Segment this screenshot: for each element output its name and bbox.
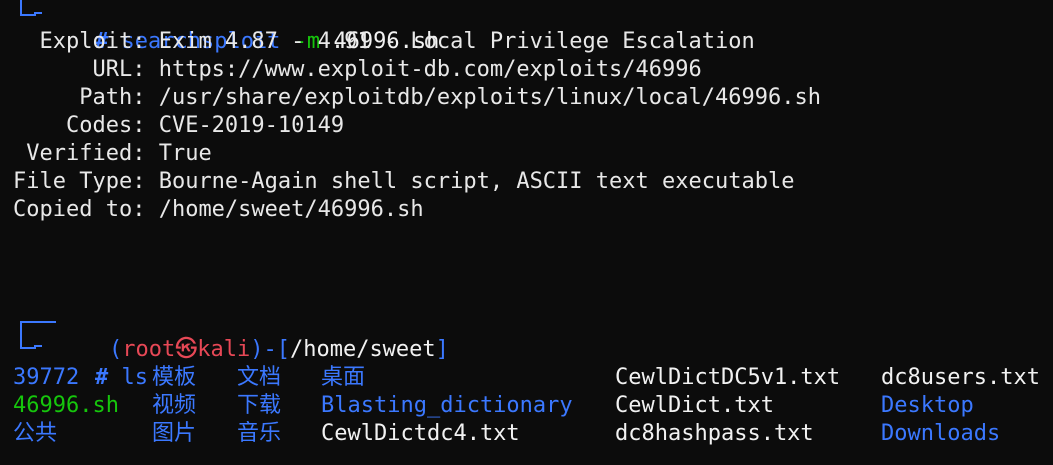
ls-entry-file: dc8hashpass.txt bbox=[615, 421, 814, 446]
prompt-corner-dash bbox=[34, 345, 42, 347]
info-label: Path: bbox=[13, 85, 146, 110]
prompt-ls-line: # ls bbox=[42, 336, 148, 390]
ls-entry-dir: Blasting_dictionary bbox=[321, 393, 573, 418]
ls-entry-dir: 模板 bbox=[152, 365, 197, 390]
prompt-dash: - bbox=[263, 337, 277, 362]
prompt-corner-dash bbox=[34, 12, 42, 14]
info-label: URL: bbox=[13, 57, 146, 82]
ls-entry-file: dc8users.txt bbox=[881, 365, 1040, 390]
info-value: /home/sweet/46996.sh bbox=[158, 197, 424, 222]
command-name: ls bbox=[121, 365, 148, 390]
exploit-info-row: Exploit: Exim 4.87 - 4.91 - Local Privil… bbox=[13, 28, 755, 56]
ls-entry-dir: 桌面 bbox=[321, 365, 366, 390]
ls-entry-dir: 视频 bbox=[152, 393, 197, 418]
prompt-hash: # bbox=[94, 365, 109, 390]
ls-entry-dir: Downloads bbox=[881, 421, 1001, 446]
info-value: True bbox=[158, 141, 212, 166]
ls-entry-dir: 音乐 bbox=[237, 421, 282, 446]
info-value: CVE-2019-10149 bbox=[158, 113, 345, 138]
ls-entry-file: CewlDict.txt bbox=[615, 393, 774, 418]
info-label: Exploit: bbox=[13, 29, 146, 54]
ls-entry-dir: 图片 bbox=[152, 421, 197, 446]
info-label: File Type: bbox=[13, 169, 146, 194]
ls-entry-file: CewlDictDC5v1.txt bbox=[615, 365, 841, 390]
exploit-info-row: File Type: Bourne-Again shell script, AS… bbox=[13, 168, 794, 196]
prompt-open-bracket: [ bbox=[276, 337, 290, 362]
ls-entry-dir: 公共 bbox=[13, 421, 58, 446]
ls-entry-dir: 文档 bbox=[237, 365, 282, 390]
prompt-close-paren: ) bbox=[250, 337, 264, 362]
prompt-host: kali bbox=[197, 337, 251, 362]
info-value: Bourne-Again shell script, ASCII text ex… bbox=[158, 169, 795, 194]
ls-entry-file: CewlDictdc4.txt bbox=[321, 421, 520, 446]
ls-entry-dir: 下载 bbox=[237, 393, 282, 418]
prompt-cwd: /home/sweet bbox=[289, 337, 436, 362]
kali-at-icon: ㉿ bbox=[175, 337, 198, 362]
prompt-command-line: # searchsploit -m 46996.sh bbox=[42, 0, 439, 54]
exploit-info-row: URL: https://www.exploit-db.com/exploits… bbox=[13, 56, 702, 84]
exploit-info-row: Copied to: /home/sweet/46996.sh bbox=[13, 196, 424, 224]
exploit-info-row: Codes: CVE-2019-10149 bbox=[13, 112, 344, 140]
prompt-header-line: (root㉿kali)-[/home/sweet] bbox=[56, 308, 449, 362]
info-label: Verified: bbox=[13, 141, 146, 166]
info-value: Exim 4.87 - 4.91 - Local Privilege Escal… bbox=[158, 29, 755, 54]
info-value: https://www.exploit-db.com/exploits/4699… bbox=[158, 57, 702, 82]
ls-entry-dir: Desktop bbox=[881, 393, 974, 418]
ls-entry-dir: 39772 bbox=[13, 365, 80, 390]
exploit-info-row: Verified: True bbox=[13, 140, 212, 168]
ls-entry-executable: 46996.sh bbox=[13, 393, 119, 418]
terminal-window[interactable]: # searchsploit -m 46996.sh Exploit: Exim… bbox=[0, 0, 1053, 465]
info-value: /usr/share/exploitdb/exploits/linux/loca… bbox=[158, 85, 821, 110]
info-label: Codes: bbox=[13, 113, 146, 138]
exploit-info-row: Path: /usr/share/exploitdb/exploits/linu… bbox=[13, 84, 821, 112]
info-label: Copied to: bbox=[13, 197, 146, 222]
prompt-close-bracket: ] bbox=[435, 337, 449, 362]
